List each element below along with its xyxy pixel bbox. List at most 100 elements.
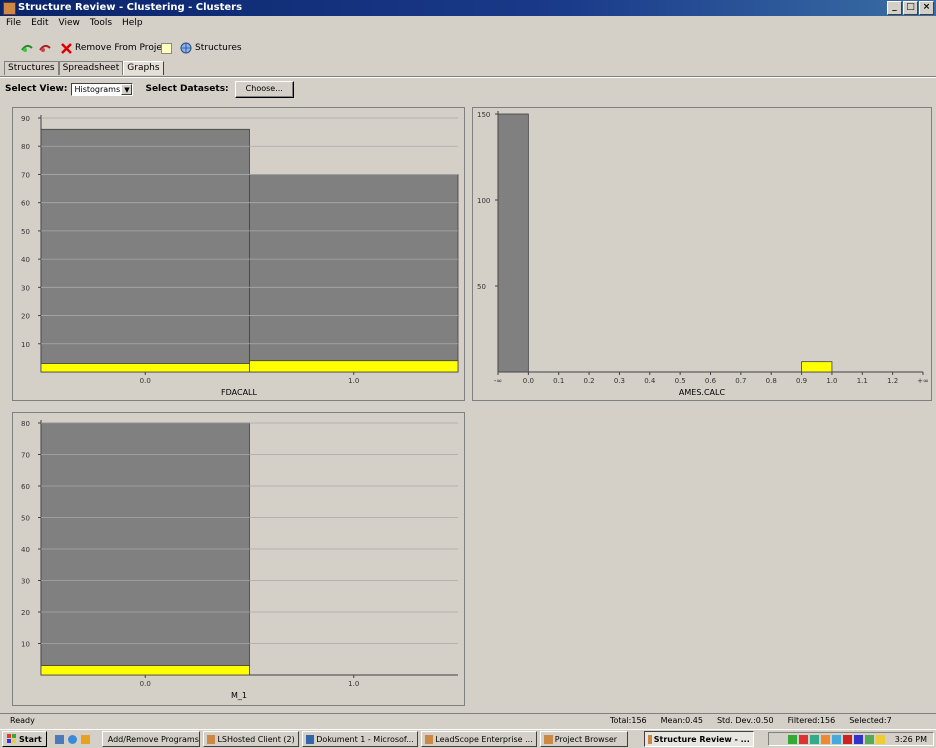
y-tick-label: 50 (21, 228, 30, 236)
app-icon (3, 2, 16, 15)
title-bar: Structure Review - Clustering - Clusters… (0, 0, 936, 16)
status-std-dev: Std. Dev.:0.50 (716, 716, 774, 725)
x-tick-label: 0.4 (644, 377, 656, 385)
task-dokument[interactable]: Dokument 1 - Microsof... (301, 731, 418, 747)
tab-graphs[interactable]: Graphs (123, 61, 164, 75)
x-axis-title: AMES.CALC (678, 388, 726, 397)
outlook-icon[interactable] (80, 734, 90, 744)
histogram-bar (40, 363, 250, 373)
red-x-icon (61, 42, 72, 54)
y-tick-label: 30 (21, 284, 30, 292)
tray-icon[interactable] (853, 734, 863, 744)
y-tick-label: 80 (21, 143, 30, 151)
menu-tools[interactable]: Tools (87, 16, 115, 30)
tray-icon[interactable] (787, 734, 797, 744)
y-tick-label: 10 (21, 641, 30, 649)
select-view-label: Select View: (5, 84, 68, 94)
task-label: Add/Remove Programs (107, 734, 199, 744)
histogram-m1: 0.0 1.0 10 20 30 40 50 60 70 80 M_1 (12, 412, 465, 706)
tab-structures[interactable]: Structures (4, 61, 59, 75)
y-tick-label: 20 (21, 609, 30, 617)
note-button[interactable] (161, 40, 172, 56)
x-tick-label: 1.0 (826, 377, 837, 385)
x-tick-label: 0.3 (614, 377, 625, 385)
add-to-project-icon (21, 44, 33, 52)
menu-help[interactable]: Help (119, 16, 146, 30)
y-tick-label: 30 (21, 578, 30, 586)
status-mean: Mean:0.45 (660, 716, 703, 725)
tray-icon[interactable] (831, 734, 841, 744)
y-tick-label: 60 (21, 200, 30, 208)
start-button[interactable]: Start (2, 731, 47, 747)
y-tick-label: 10 (21, 341, 30, 349)
histogram-bar (249, 174, 459, 373)
menu-edit[interactable]: Edit (28, 16, 51, 30)
chevron-down-icon[interactable]: ▼ (121, 83, 133, 95)
quick-launch (54, 734, 90, 744)
tray-icon[interactable] (798, 734, 808, 744)
x-tick-label: 0.2 (584, 377, 595, 385)
histogram-fdacall-plot: 0.0 1.0 10 20 30 40 50 60 70 80 90 (21, 115, 459, 385)
task-leadscope-enterprise[interactable]: LeadScope Enterprise ... (420, 731, 537, 747)
windows-logo-icon (7, 734, 16, 743)
add-to-project-button[interactable] (20, 40, 34, 56)
task-add-remove-programs[interactable]: Add/Remove Programs (101, 731, 200, 747)
status-filtered: Filtered:156 (787, 716, 836, 725)
menu-file[interactable]: File (3, 16, 24, 30)
y-tick-label: 100 (477, 197, 490, 205)
view-select[interactable]: Histograms ▼ (71, 82, 134, 96)
remove-from-project-button[interactable]: Remove From Project (61, 40, 170, 56)
status-bar: Ready Total:156 Mean:0.45 Std. Dev.:0.50… (0, 713, 936, 728)
x-tick-label: 0.9 (796, 377, 807, 385)
task-label: Structure Review - ... (653, 734, 750, 744)
x-tick-label: 0.1 (553, 377, 564, 385)
internet-explorer-icon[interactable] (67, 734, 77, 744)
y-tick-label: 50 (21, 515, 30, 523)
y-tick-label: 70 (21, 452, 30, 460)
minimize-button[interactable]: _ (887, 1, 902, 15)
x-tick-label: 1.0 (348, 377, 359, 385)
task-structure-review[interactable]: Structure Review - ... (643, 731, 754, 747)
menu-bar: File Edit View Tools Help (0, 16, 936, 30)
task-label: Dokument 1 - Microsof... (316, 734, 414, 744)
x-tick-label: -∞ (494, 377, 502, 385)
tray-icon[interactable] (820, 734, 830, 744)
remove-icon-button[interactable] (38, 40, 52, 56)
program-icon (543, 734, 553, 744)
tray-icon[interactable] (875, 734, 885, 744)
select-datasets-label: Select Datasets: (145, 84, 229, 94)
start-label: Start (19, 734, 42, 744)
y-tick-label: 40 (21, 256, 30, 264)
clock: 3:26 PM (894, 734, 927, 744)
y-tick-label: 60 (21, 483, 30, 491)
histogram-bar (40, 128, 250, 373)
histogram-bar (497, 113, 529, 373)
histogram-m1-plot: 0.0 1.0 10 20 30 40 50 60 70 80 (21, 420, 458, 688)
x-tick-label: 0.0 (140, 680, 151, 688)
system-tray: 3:26 PM (768, 732, 934, 746)
remove-from-project-label: Remove From Project (75, 43, 171, 53)
status-total: Total:156 (610, 716, 647, 725)
note-icon (161, 42, 172, 54)
choose-datasets-button[interactable]: Choose... (234, 80, 294, 98)
task-label: LSHosted Client (2) (217, 734, 295, 744)
y-tick-label: 40 (21, 546, 30, 554)
structures-button[interactable]: Structures (180, 40, 242, 56)
x-tick-label: 0.7 (735, 377, 746, 385)
histogram-ames-calc-plot: 50 100 150 -∞ 0.0 0.1 0.2 0.3 0.4 0.5 0.6 0.7 0.8 0.9… (477, 111, 929, 385)
tray-icon[interactable] (842, 734, 852, 744)
close-button[interactable]: × (919, 1, 934, 15)
toolbar: Remove From Project Structures (0, 37, 936, 59)
tray-icon[interactable] (809, 734, 819, 744)
x-axis-title: M_1 (231, 691, 247, 700)
histogram-bar (249, 360, 459, 373)
tab-spreadsheet[interactable]: Spreadsheet (58, 61, 124, 75)
task-label: Project Browser (554, 734, 618, 744)
tray-icon[interactable] (864, 734, 874, 744)
task-project-browser[interactable]: Project Browser (539, 731, 628, 747)
maximize-button[interactable]: □ (903, 1, 918, 15)
histogram-fdacall: 0.0 1.0 10 20 30 40 50 60 70 80 90 FDACALL (12, 107, 465, 401)
task-lshosted-client[interactable]: LSHosted Client (2) (202, 731, 299, 747)
menu-view[interactable]: View (56, 16, 83, 30)
show-desktop-icon[interactable] (54, 734, 64, 744)
